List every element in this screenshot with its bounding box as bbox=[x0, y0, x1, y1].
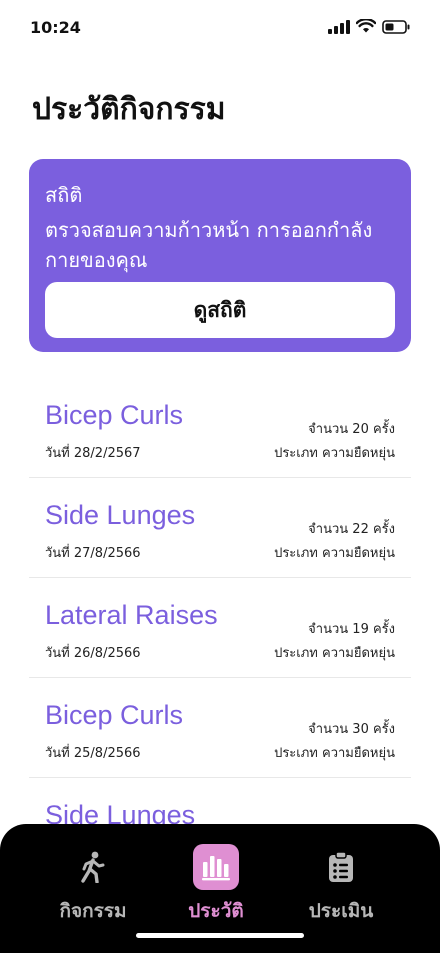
exercise-count: จำนวน 19 ครั้ง bbox=[308, 622, 395, 637]
tab-history[interactable]: ประวัติ bbox=[156, 844, 276, 926]
exercise-type: ประเภท ความยืดหยุ่น bbox=[274, 646, 395, 661]
exercise-name: Bicep Curls bbox=[45, 400, 184, 430]
exercise-type: ประเภท ความยืดหยุ่น bbox=[274, 446, 395, 461]
view-stats-button[interactable]: ดูสถิติ bbox=[45, 282, 395, 338]
status-time: 10:24 bbox=[30, 18, 81, 37]
exercise-type: ประเภท ความยืดหยุ่น bbox=[274, 746, 395, 761]
tab-activity-label: กิจกรรม bbox=[59, 900, 127, 922]
tab-assessment-label: ประเมิน bbox=[308, 900, 374, 922]
wifi-icon bbox=[356, 19, 376, 33]
tab-history-label: ประวัติ bbox=[188, 900, 244, 922]
exercise-count: จำนวน 30 ครั้ง bbox=[308, 722, 395, 737]
exercise-name: Bicep Curls bbox=[45, 700, 184, 730]
battery-icon bbox=[382, 19, 410, 34]
exercise-date: วันที่ 27/8/2566 bbox=[45, 546, 141, 561]
page-title: ประวัติกิจกรรม bbox=[32, 92, 226, 127]
exercise-name: Side Lunges bbox=[45, 500, 196, 530]
exercise-count: จำนวน 20 ครั้ง bbox=[308, 422, 395, 437]
stats-card-title: สถิติ bbox=[45, 183, 83, 207]
exercise-date: วันที่ 26/8/2566 bbox=[45, 646, 141, 661]
walking-icon bbox=[70, 844, 116, 890]
home-indicator bbox=[136, 933, 304, 938]
history-item[interactable]: Bicep Curls วันที่ 25/8/2566 จำนวน 30 คร… bbox=[29, 678, 411, 778]
stats-card-description: ตรวจสอบความก้าวหน้า การออกกำลังกายของคุณ bbox=[45, 218, 373, 272]
tab-activity[interactable]: กิจกรรม bbox=[33, 844, 153, 926]
exercise-date: วันที่ 28/2/2567 bbox=[45, 446, 141, 461]
history-item[interactable]: Bicep Curls วันที่ 28/2/2567 จำนวน 20 คร… bbox=[29, 378, 411, 478]
exercise-date: วันที่ 25/8/2566 bbox=[45, 746, 141, 761]
exercise-count: จำนวน 22 ครั้ง bbox=[308, 522, 395, 537]
history-list: Bicep Curls วันที่ 28/2/2567 จำนวน 20 คร… bbox=[29, 378, 411, 878]
status-bar: 10:24 bbox=[0, 0, 440, 56]
signal-icon bbox=[328, 19, 350, 34]
exercise-name: Lateral Raises bbox=[45, 600, 218, 630]
history-item[interactable]: Lateral Raises วันที่ 26/8/2566 จำนวน 19… bbox=[29, 578, 411, 678]
stats-card: สถิติ ตรวจสอบความก้าวหน้า การออกกำลังกาย… bbox=[29, 159, 411, 352]
bar-chart-icon bbox=[193, 844, 239, 890]
history-item[interactable]: Side Lunges วันที่ 27/8/2566 จำนวน 22 คร… bbox=[29, 478, 411, 578]
exercise-type: ประเภท ความยืดหยุ่น bbox=[274, 546, 395, 561]
status-icons bbox=[328, 19, 410, 34]
clipboard-icon bbox=[318, 844, 364, 890]
tab-assessment[interactable]: ประเมิน bbox=[281, 844, 401, 926]
